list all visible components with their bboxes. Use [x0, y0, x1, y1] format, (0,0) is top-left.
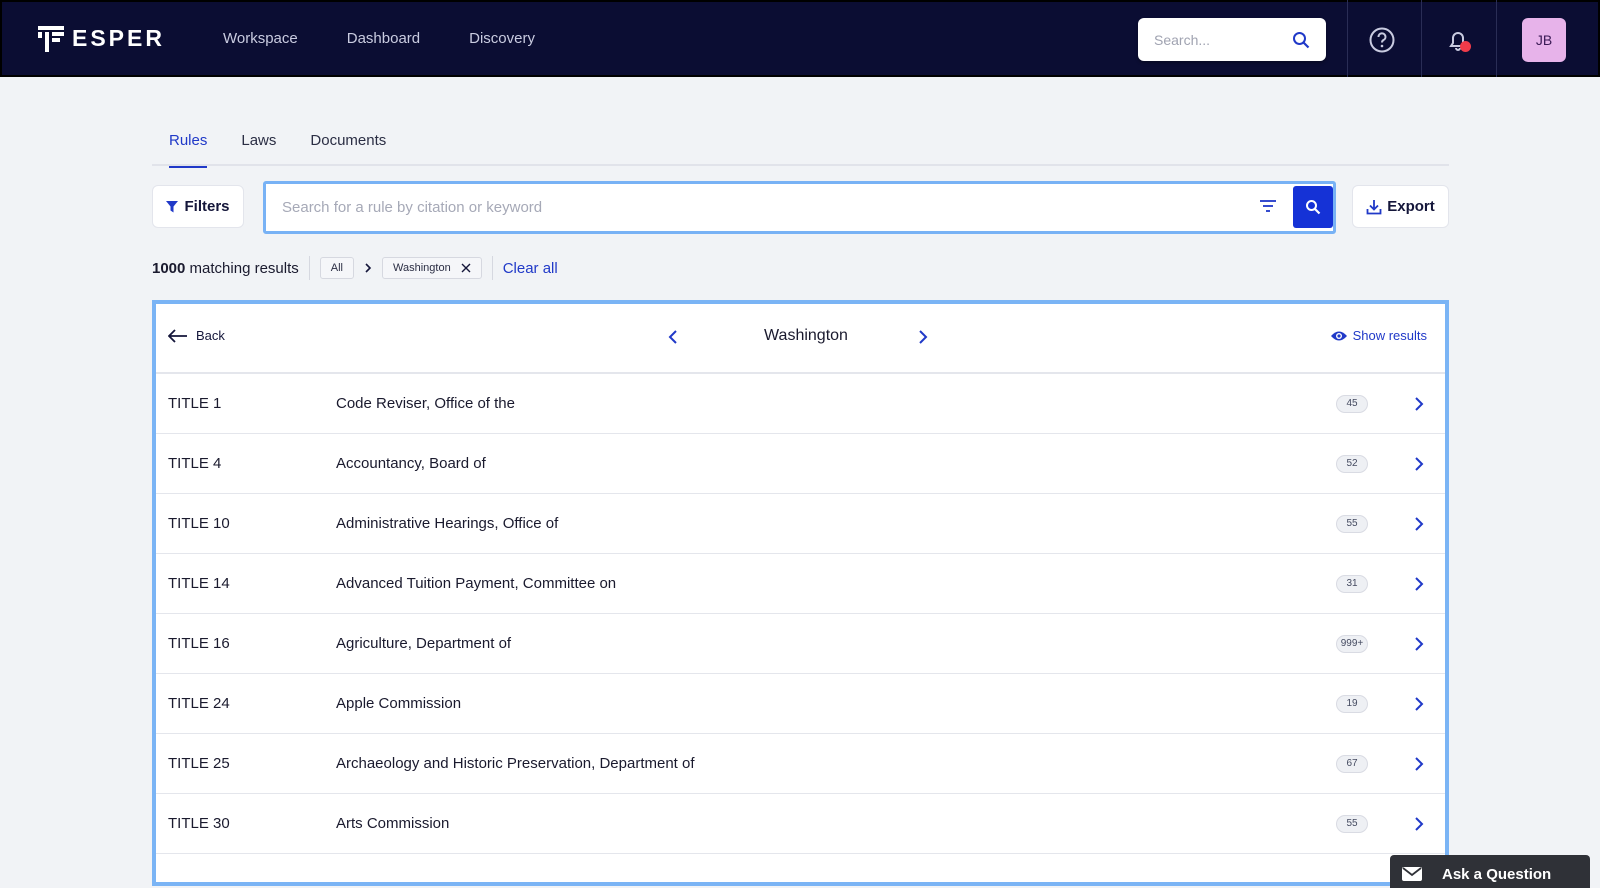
title-row[interactable]: TITLE 4 Accountancy, Board of 52 [156, 434, 1445, 494]
breadcrumb-chip-all[interactable]: All [319, 257, 354, 279]
count-badge: 55 [1336, 814, 1368, 833]
panel-header: Back Washington Show results [156, 304, 1445, 374]
ask-question-button[interactable]: Ask a Question [1390, 855, 1590, 888]
count-badge: 67 [1336, 754, 1368, 773]
breadcrumb-chip-state: Washington [382, 257, 482, 279]
envelope-icon [1402, 867, 1422, 881]
row-title: TITLE 14 [168, 575, 230, 592]
global-search [1138, 18, 1326, 61]
content-tabs: Rules Laws Documents [152, 118, 1449, 168]
title-row[interactable]: TITLE 14 Advanced Tuition Payment, Commi… [156, 554, 1445, 614]
row-agency: Advanced Tuition Payment, Committee on [336, 575, 617, 592]
chevron-right-icon[interactable] [1414, 456, 1424, 472]
nav-divider [1496, 0, 1497, 77]
row-title: TITLE 10 [168, 515, 230, 532]
chevron-left-icon[interactable] [668, 329, 678, 345]
esper-logo[interactable]: ESPER [36, 24, 165, 54]
title-row[interactable]: TITLE 30 Arts Commission 55 [156, 794, 1445, 854]
help-icon[interactable] [1368, 26, 1396, 54]
nav-discovery[interactable]: Discovery [469, 30, 535, 47]
row-title: TITLE 25 [168, 755, 230, 772]
close-icon[interactable] [461, 263, 471, 273]
search-submit-button[interactable] [1293, 186, 1333, 228]
row-agency: Accountancy, Board of [336, 455, 486, 472]
titles-panel: Back Washington Show results TITLE 1 Cod… [152, 300, 1449, 886]
count-badge: 45 [1336, 394, 1368, 413]
filters-label: Filters [184, 198, 230, 215]
export-label: Export [1387, 198, 1435, 215]
results-summary: 1000 matching results All Washington Cle… [152, 256, 558, 280]
count-badge: 52 [1336, 454, 1368, 473]
row-agency: Code Reviser, Office of the [336, 395, 515, 412]
ask-question-label: Ask a Question [1442, 865, 1552, 883]
back-button[interactable]: Back [168, 328, 225, 343]
title-row[interactable]: TITLE 25 Archaeology and Historic Preser… [156, 734, 1445, 794]
chevron-right-icon[interactable] [1414, 756, 1424, 772]
chevron-right-icon[interactable] [918, 329, 928, 345]
row-title: TITLE 30 [168, 815, 230, 832]
chevron-right-icon[interactable] [1414, 396, 1424, 412]
chevron-right-icon[interactable] [1414, 696, 1424, 712]
nav-divider [1421, 0, 1422, 77]
chevron-right-icon[interactable] [1414, 516, 1424, 532]
nav-dashboard[interactable]: Dashboard [347, 30, 420, 47]
clear-all-link[interactable]: Clear all [503, 260, 558, 277]
rule-search-field [270, 187, 1274, 228]
count-badge: 55 [1336, 514, 1368, 533]
row-title: TITLE 16 [168, 635, 230, 652]
eye-icon [1330, 331, 1347, 340]
title-row[interactable]: TITLE 10 Administrative Hearings, Office… [156, 494, 1445, 554]
download-icon [1366, 199, 1382, 214]
current-state: Washington [764, 327, 848, 344]
chevron-right-icon[interactable] [1414, 636, 1424, 652]
nav-workspace[interactable]: Workspace [223, 30, 298, 47]
row-agency: Administrative Hearings, Office of [336, 515, 559, 532]
chevron-right-icon [365, 263, 372, 273]
results-count: 1000 matching results [152, 260, 299, 277]
show-results-label: Show results [1352, 328, 1427, 343]
arrow-left-icon [168, 328, 187, 343]
row-title: TITLE 24 [168, 695, 230, 712]
divider [308, 256, 310, 280]
avatar[interactable]: JB [1522, 18, 1566, 62]
back-label: Back [196, 328, 225, 343]
count-badge: 999+ [1336, 634, 1368, 653]
title-row[interactable]: TITLE 16 Agriculture, Department of 999+ [156, 614, 1445, 674]
count-badge: 31 [1336, 574, 1368, 593]
count-badge: 19 [1336, 694, 1368, 713]
title-row[interactable]: TITLE 1 Code Reviser, Office of the 45 [156, 374, 1445, 434]
search-icon[interactable] [1292, 31, 1310, 49]
results-count-number: 1000 [152, 259, 186, 277]
rule-search-box [263, 181, 1336, 234]
chip-state-label: Washington [393, 262, 451, 274]
tab-rules[interactable]: Rules [152, 118, 224, 168]
notification-dot [1460, 41, 1471, 52]
row-agency: Archaeology and Historic Preservation, D… [336, 755, 695, 772]
row-agency: Agriculture, Department of [336, 635, 512, 652]
filter-lines-icon[interactable] [1258, 196, 1278, 216]
export-button[interactable]: Export [1352, 185, 1449, 228]
results-count-suffix: matching results [189, 259, 299, 277]
main-nav: Workspace Dashboard Discovery [223, 30, 584, 47]
row-title: TITLE 1 [168, 395, 222, 412]
top-navbar: ESPER Workspace Dashboard Discovery [0, 0, 1600, 77]
chevron-right-icon[interactable] [1414, 576, 1424, 592]
row-agency: Apple Commission [336, 695, 462, 712]
global-search-input[interactable] [1154, 31, 1284, 48]
nav-divider [1347, 0, 1348, 77]
tab-documents[interactable]: Documents [293, 118, 403, 166]
show-results-button[interactable]: Show results [1330, 328, 1427, 343]
row-agency: Arts Commission [336, 815, 450, 832]
filters-button[interactable]: Filters [152, 185, 244, 228]
brand-name: ESPER [72, 25, 165, 51]
title-row[interactable]: TITLE 24 Apple Commission 19 [156, 674, 1445, 734]
esper-logo-icon [38, 25, 64, 52]
search-icon [1306, 200, 1321, 215]
row-title: TITLE 4 [168, 455, 222, 472]
funnel-icon [166, 200, 179, 212]
rule-search-input[interactable] [282, 199, 1222, 216]
divider [491, 256, 493, 280]
tab-laws[interactable]: Laws [224, 118, 293, 166]
chevron-right-icon[interactable] [1414, 816, 1424, 832]
